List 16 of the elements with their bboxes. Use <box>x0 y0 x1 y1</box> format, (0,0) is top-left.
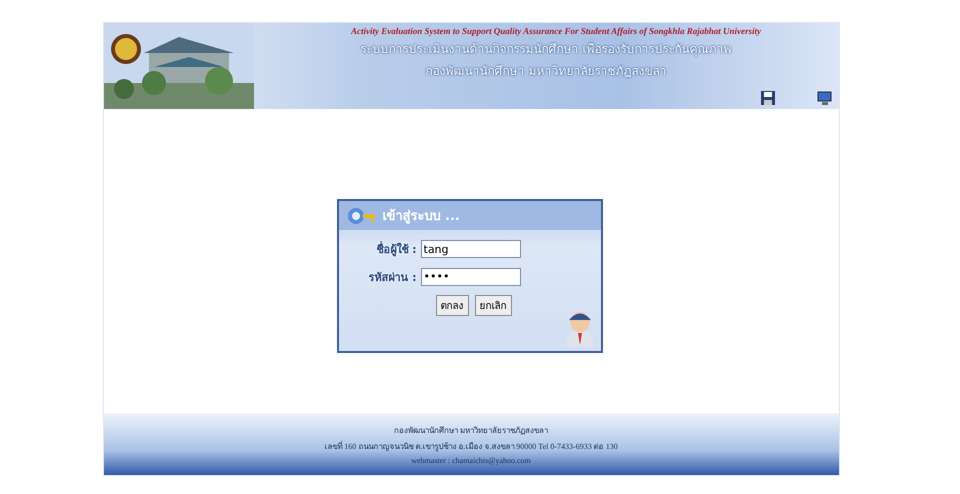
password-field[interactable]: •••• <box>420 268 520 286</box>
cancel-button[interactable]: ยกเลิก <box>474 295 512 316</box>
field-label: ชื่อผู้ใช้ : <box>376 240 416 258</box>
header-title: Activity Evaluation System to Support Quality Assurance For Student Affairs of Songkhla Rajabhat University <box>351 26 761 36</box>
key-icon <box>346 206 376 226</box>
header-title: ระบบการประเมินงานด้านกิจกรรมนักศึกษา เพื่อรองรับการประกันคุณภาพ <box>360 40 732 58</box>
footer-text: กองพัฒนานักศึกษา มหาวิทยาลัยราชภัฏสงขลา <box>394 424 548 436</box>
computer-icon[interactable] <box>816 91 832 105</box>
header-subtitle: กองพัฒนานักศึกษา มหาวิทยาลัยราชภัฏสงขลา <box>426 63 666 80</box>
username-field[interactable]: tang <box>420 240 520 258</box>
footer-text: เลขที่ 160 ถนนกาญจนวนิช ต.เขารูปช้าง อ.เมือง จ.สงขลา 90000 Tel 0-7433-6933 ต่อ 130 <box>324 440 618 452</box>
login-title: เข้าสู่ระบบ ... <box>382 208 460 226</box>
footer-text: webmaster : chamaichis@yahoo.com <box>411 456 531 464</box>
field-label: รหัสผ่าน : <box>368 270 416 286</box>
save-icon[interactable] <box>760 91 774 105</box>
ok-button[interactable]: ตกลง <box>436 295 468 316</box>
